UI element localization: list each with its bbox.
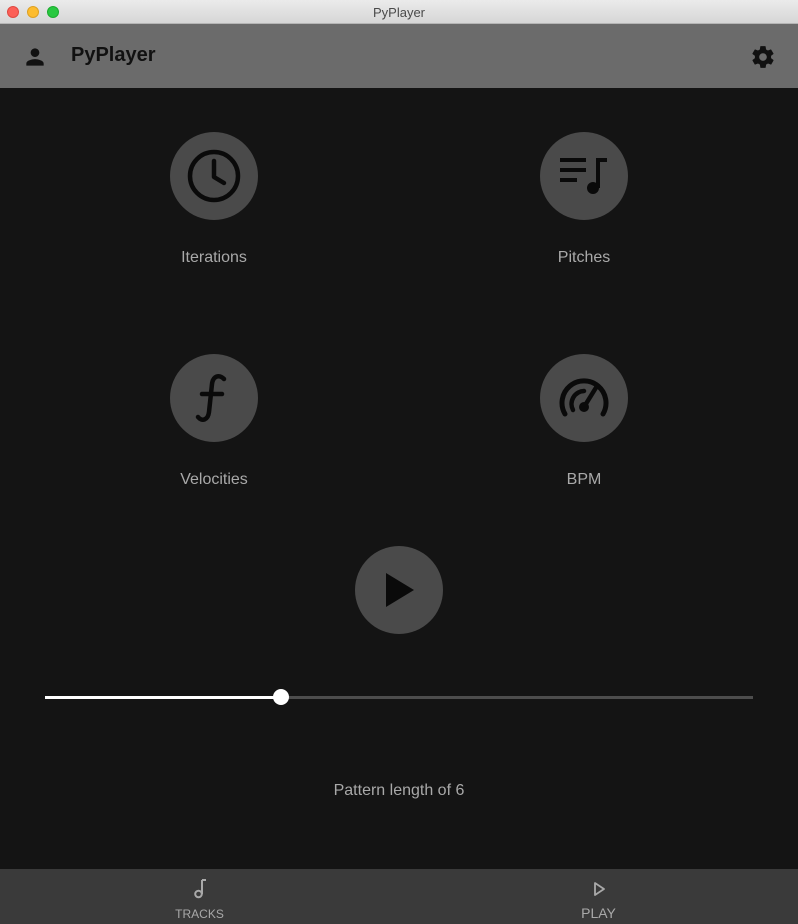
slider-thumb[interactable] [272, 689, 289, 705]
nav-play-label: PLAY [581, 905, 616, 921]
velocities-label: Velocities [180, 471, 248, 488]
play-button[interactable] [355, 546, 443, 634]
velocities-tile: Velocities [114, 354, 314, 489]
nav-tracks[interactable]: TRACKS [0, 869, 399, 924]
iterations-button[interactable] [170, 132, 258, 220]
bpm-button[interactable] [540, 354, 628, 442]
nav-tracks-label: TRACKS [175, 907, 224, 921]
bpm-label: BPM [566, 471, 602, 488]
clock-icon [187, 149, 241, 203]
app-title: PyPlayer [71, 44, 156, 66]
bpm-tile: BPM [484, 354, 684, 489]
gear-icon[interactable] [750, 44, 776, 70]
play-icon [386, 573, 414, 607]
app-bar: PyPlayer [0, 24, 798, 88]
function-f-icon [195, 374, 227, 422]
pattern-length-slider[interactable] [45, 687, 753, 707]
pattern-length-text: Pattern length of 6 [333, 782, 465, 799]
window-titlebar: PyPlayer [0, 0, 798, 24]
iterations-tile: Iterations [114, 132, 314, 267]
bottom-navigation: TRACKS PLAY [0, 869, 798, 924]
pitches-label: Pitches [557, 249, 611, 266]
iterations-label: Iterations [181, 249, 247, 266]
speedometer-icon [559, 378, 609, 417]
music-note-icon [193, 879, 206, 899]
pitches-button[interactable] [540, 132, 628, 220]
slider-fill [45, 696, 281, 699]
play-outline-icon [593, 882, 605, 896]
velocities-button[interactable] [170, 354, 258, 442]
window-title: PyPlayer [372, 5, 426, 20]
person-icon[interactable] [22, 44, 48, 70]
pitches-tile: Pitches [484, 132, 684, 267]
nav-play[interactable]: PLAY [399, 869, 798, 924]
playlist-music-icon [560, 158, 607, 194]
